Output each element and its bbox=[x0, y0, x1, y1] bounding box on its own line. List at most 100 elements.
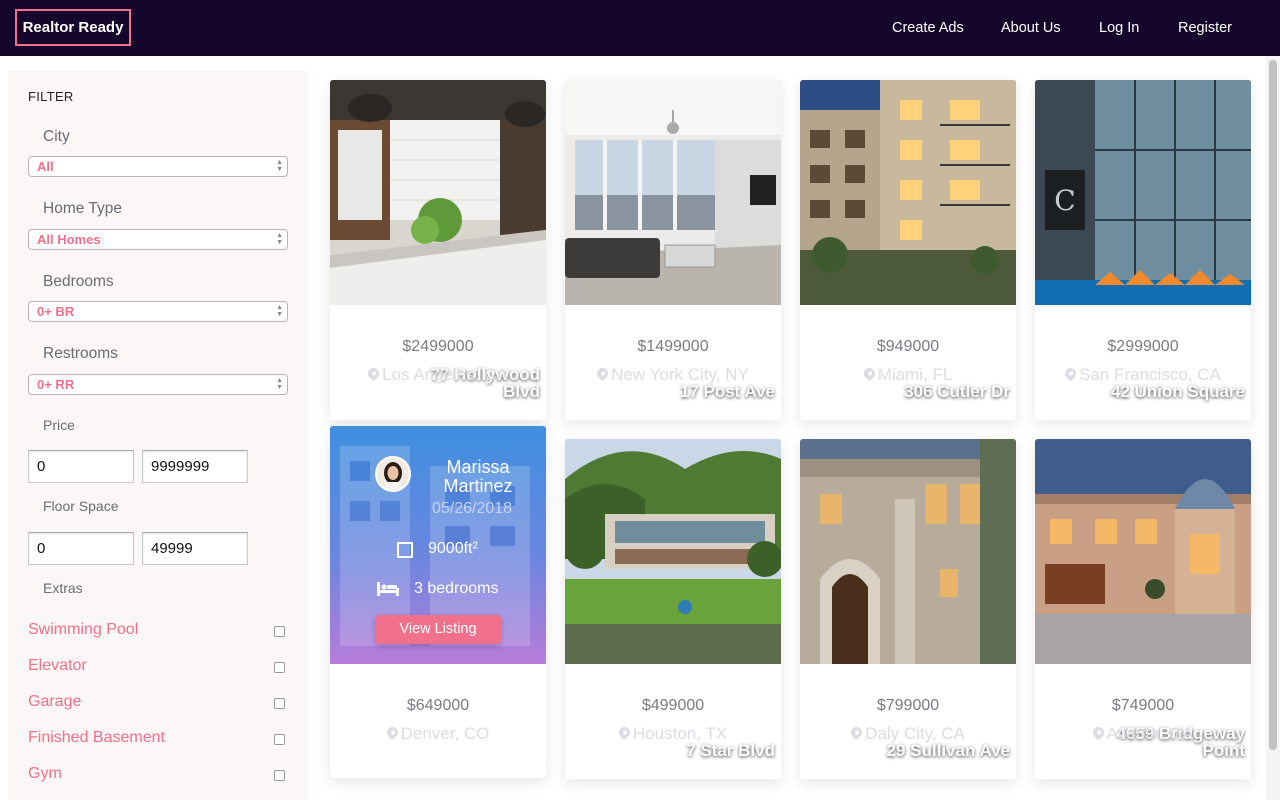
extra-garage-label: Garage bbox=[28, 693, 82, 710]
extra-swimming-pool-checkbox[interactable] bbox=[274, 626, 285, 637]
listing-card[interactable]: 306 Cutler Dr $949000 Miami, FL bbox=[800, 80, 1016, 420]
map-pin-icon bbox=[365, 365, 382, 382]
listing-photo bbox=[330, 80, 546, 305]
select-arrows-icon: ▲ ▼ bbox=[276, 377, 283, 391]
select-arrows-icon: ▲ ▼ bbox=[276, 232, 283, 246]
nav-log-in[interactable]: Log In bbox=[1099, 0, 1139, 56]
listing-location: Daly City, CA bbox=[800, 724, 1016, 744]
listing-photo bbox=[1035, 439, 1251, 664]
listing-location-text: San Francisco, CA bbox=[1079, 365, 1221, 384]
listing-price: $799000 bbox=[876, 697, 940, 714]
bed-icon bbox=[377, 582, 399, 596]
listing-location: Los Angeles, CA bbox=[330, 365, 546, 385]
listing-card-hovered[interactable]: Marissa Martinez 05/26/2018 9000ft² 3 be… bbox=[330, 426, 546, 778]
bedrooms-value: 3 bedrooms bbox=[414, 580, 499, 597]
restrooms-label: Restrooms bbox=[43, 345, 118, 362]
select-arrows-icon: ▲ ▼ bbox=[276, 304, 283, 318]
listing-location: Miami, FL bbox=[800, 365, 1016, 385]
extra-gym-label: Gym bbox=[28, 765, 62, 782]
listing-hover-panel: Marissa Martinez 05/26/2018 9000ft² 3 be… bbox=[330, 426, 546, 664]
map-pin-icon bbox=[861, 365, 877, 382]
nav-create-ads[interactable]: Create Ads bbox=[892, 0, 964, 56]
price-label: Price bbox=[43, 417, 75, 433]
extra-elevator-label: Elevator bbox=[28, 657, 87, 674]
listing-address: 306 Cutler Dr bbox=[904, 382, 1010, 401]
page-scrollbar[interactable] bbox=[1266, 56, 1280, 800]
listing-location-text: Atlanta, GA bbox=[1106, 724, 1194, 743]
nav-register[interactable]: Register bbox=[1178, 0, 1232, 56]
home-type-select-value: All Homes bbox=[37, 232, 101, 247]
agent-name: Marissa Martinez bbox=[443, 457, 513, 496]
city-select[interactable]: All ▲ ▼ bbox=[28, 156, 288, 177]
home-type-label: Home Type bbox=[43, 200, 122, 217]
listing-location: San Francisco, CA bbox=[1035, 365, 1251, 385]
listing-address: 42 Union Square bbox=[1110, 382, 1245, 401]
city-label: City bbox=[43, 128, 70, 145]
price-min-input[interactable]: 0 bbox=[28, 450, 134, 483]
listing-card[interactable]: 7 Star Blvd $499000 Houston, TX bbox=[565, 439, 781, 779]
city-select-value: All bbox=[37, 159, 54, 174]
map-pin-icon bbox=[848, 724, 865, 741]
extras-label: Extras bbox=[43, 580, 83, 596]
view-listing-button[interactable]: View Listing bbox=[375, 615, 501, 644]
listing-location-text: New York City, NY bbox=[611, 365, 749, 384]
floor-space-max-input[interactable]: 49999 bbox=[142, 532, 248, 565]
listing-location: New York City, NY bbox=[565, 365, 781, 385]
brand-logo[interactable]: Realtor Ready bbox=[15, 9, 131, 46]
bedrooms-select[interactable]: 0+ BR ▲ ▼ bbox=[28, 301, 288, 322]
map-pin-icon bbox=[594, 365, 611, 382]
map-pin-icon bbox=[616, 724, 633, 741]
restrooms-select[interactable]: 0+ RR ▲ ▼ bbox=[28, 374, 288, 395]
listing-location: Atlanta, GA bbox=[1035, 724, 1251, 744]
listing-location-text: Daly City, CA bbox=[865, 724, 965, 743]
listing-date: 05/26/2018 bbox=[431, 500, 513, 517]
listing-photo bbox=[800, 439, 1016, 664]
listing-location-text: Miami, FL bbox=[877, 365, 953, 384]
extra-garage-checkbox[interactable] bbox=[274, 698, 285, 709]
listing-photo bbox=[800, 80, 1016, 305]
listing-location: Houston, TX bbox=[565, 724, 781, 744]
listing-location-text: Los Angeles, CA bbox=[382, 365, 508, 384]
listing-price: $2999000 bbox=[1107, 338, 1179, 355]
filter-title: FILTER bbox=[28, 89, 74, 104]
floor-space-value: 9000ft² bbox=[428, 540, 478, 557]
price-max-input[interactable]: 9999999 bbox=[142, 450, 248, 483]
top-navbar: Realtor Ready Create Ads About Us Log In… bbox=[0, 0, 1280, 56]
listing-photo bbox=[565, 80, 781, 305]
extra-finished-basement-checkbox[interactable] bbox=[274, 734, 285, 745]
listing-price: $749000 bbox=[1111, 697, 1175, 714]
listing-price: $1499000 bbox=[637, 338, 709, 355]
listing-location-text: Houston, TX bbox=[632, 724, 728, 743]
floor-space-label: Floor Space bbox=[43, 498, 119, 514]
select-arrows-icon: ▲ ▼ bbox=[276, 159, 283, 173]
extra-swimming-pool-label: Swimming Pool bbox=[28, 621, 139, 638]
extra-elevator-checkbox[interactable] bbox=[274, 662, 285, 673]
listing-address: 7 Star Blvd bbox=[686, 741, 775, 760]
filter-sidebar: FILTER City All ▲ ▼ Home Type All Homes ▲… bbox=[8, 71, 308, 800]
listing-location-text: Denver, CO bbox=[400, 724, 490, 743]
extra-finished-basement-label: Finished Basement bbox=[28, 729, 165, 746]
listing-address: 17 Post Ave bbox=[679, 382, 775, 401]
home-type-select[interactable]: All Homes ▲ ▼ bbox=[28, 229, 288, 250]
map-pin-icon bbox=[1090, 724, 1106, 741]
listing-card[interactable]: C 42 Union Square $2999000 San Francisco… bbox=[1035, 80, 1251, 420]
listing-card[interactable]: 17 Post Ave $1499000 New York City, NY bbox=[565, 80, 781, 420]
listing-card[interactable]: 77 Hollywood Blvd $2499000 Los Angeles, … bbox=[330, 80, 546, 420]
listing-card[interactable]: 29 Sullivan Ave $799000 Daly City, CA bbox=[800, 439, 1016, 779]
listing-price: $499000 bbox=[641, 697, 705, 714]
floor-space-min-input[interactable]: 0 bbox=[28, 532, 134, 565]
scrollbar-thumb[interactable] bbox=[1269, 60, 1277, 750]
restrooms-select-value: 0+ RR bbox=[37, 377, 75, 392]
listing-price: $2499000 bbox=[402, 338, 474, 355]
listing-photo: C bbox=[1035, 80, 1251, 305]
listing-photo bbox=[565, 439, 781, 664]
nav-about-us[interactable]: About Us bbox=[1001, 0, 1061, 56]
bedrooms-select-value: 0+ BR bbox=[37, 304, 75, 319]
svg-text:C: C bbox=[1054, 184, 1075, 217]
listing-price: $949000 bbox=[876, 338, 940, 355]
listing-price: $649000 bbox=[406, 697, 470, 714]
listing-address: 29 Sullivan Ave bbox=[886, 741, 1010, 760]
listing-card[interactable]: 4659 Bridgeway Point $749000 Atlanta, GA bbox=[1035, 439, 1251, 779]
square-footage-icon bbox=[397, 542, 413, 558]
extra-gym-checkbox[interactable] bbox=[274, 770, 285, 781]
